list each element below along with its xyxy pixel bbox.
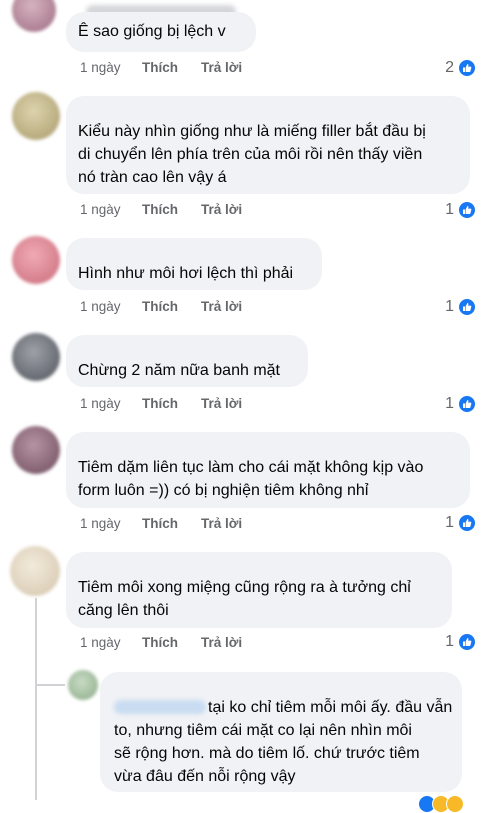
reaction-icons-partial[interactable] [418,795,478,813]
comment-bubble: Tiêm môi xong miệng cũng rộng ra à tưởng… [66,552,452,628]
reply-action[interactable]: Trả lời [201,60,242,75]
thumbs-up-icon [458,514,476,532]
reaction-number: 2 [445,59,454,76]
like-action[interactable]: Thích [142,202,178,217]
avatar[interactable] [12,236,60,284]
reaction-count[interactable]: 1 [420,298,476,316]
reaction-count[interactable]: 2 [420,59,476,77]
comment-text-line: Tiêm môi xong miệng cũng rộng ra à tưởng… [78,579,411,596]
reaction-number: 1 [445,395,454,412]
reaction-count[interactable]: 1 [420,201,476,219]
comment-time[interactable]: 1 ngày [80,299,121,314]
reply-text-line: tại ko chỉ tiêm mỗi môi ấy. đầu vẫn [208,699,453,716]
avatar[interactable] [10,546,60,596]
reply-action[interactable]: Trả lời [201,299,242,314]
reply-thread-connector [35,684,65,686]
comment-time[interactable]: 1 ngày [80,60,121,75]
reply-thread-line [35,598,37,800]
comment-actions: 1 ngày Thích Trả lời [80,635,410,653]
reaction-number: 1 [445,298,454,315]
comment-time[interactable]: 1 ngày [80,202,121,217]
reaction-count[interactable]: 1 [420,514,476,532]
comment-time[interactable]: 1 ngày [80,396,121,411]
comment-text-line: Hình như môi hơi lệch thì phải [78,265,294,282]
like-action[interactable]: Thích [142,60,178,75]
comment-bubble: Kiểu này nhìn giống như là miếng filler … [66,96,470,194]
like-action[interactable]: Thích [142,635,178,650]
comment-actions: 1 ngày Thích Trả lời [80,202,410,220]
reaction-count[interactable]: 1 [420,395,476,413]
comment-actions: 1 ngày Thích Trả lời [80,299,410,317]
comment-text-line: Ê sao giống bị lệch v [78,23,226,40]
reaction-number: 1 [445,201,454,218]
reaction-count[interactable]: 1 [420,633,476,651]
comment-text-line: form luôn =)) có bị nghiện tiêm không nh… [78,482,369,499]
reaction-number: 1 [445,633,454,650]
comment-bubble: Tiêm dặm liên tục làm cho cái mặt không … [66,432,470,508]
comment-time[interactable]: 1 ngày [80,635,121,650]
comment-bubble: Chừng 2 năm nữa banh mặt [66,335,308,387]
thumbs-up-icon [458,298,476,316]
like-action[interactable]: Thích [142,396,178,411]
reaction-number: 1 [445,514,454,531]
thumbs-up-icon [458,201,476,219]
reply-bubble: tại ko chỉ tiêm mỗi môi ấy. đầu vẫn to, … [100,672,462,792]
avatar[interactable] [12,426,60,474]
comment-actions: 1 ngày Thích Trả lời [80,396,410,414]
comment-time[interactable]: 1 ngày [80,516,121,531]
comment-bubble: Hình như môi hơi lệch thì phải [66,238,322,290]
reply-avatar[interactable] [68,670,98,700]
reply-action[interactable]: Trả lời [201,202,242,217]
love-icon [446,795,464,813]
avatar[interactable] [12,333,60,381]
thumbs-up-icon [458,59,476,77]
like-action[interactable]: Thích [142,516,178,531]
comment-actions: 1 ngày Thích Trả lời [80,516,410,534]
comment-actions: 1 ngày Thích Trả lời [80,60,410,78]
thumbs-up-icon [458,633,476,651]
like-action[interactable]: Thích [142,299,178,314]
mention-tag-blurred[interactable] [114,700,206,714]
reply-action[interactable]: Trả lời [201,516,242,531]
comment-text-line: Tiêm dặm liên tục làm cho cái mặt không … [78,459,424,476]
comment-text-line: Kiểu này nhìn giống như là miếng filler … [78,123,426,140]
comment-text-line: di chuyển lên phía trên của môi rồi nên … [78,146,423,163]
avatar[interactable] [12,92,60,140]
reply-action[interactable]: Trả lời [201,396,242,411]
reply-text-line: sẽ rộng hơn. mà do tiêm lố. chứ trước ti… [114,745,420,762]
comment-text-line: căng lên thôi [78,602,169,619]
comment-text-line: Chừng 2 năm nữa banh mặt [78,362,280,379]
avatar[interactable] [12,0,56,32]
reply-text-line: vừa đâu đến nỗi rộng vậy [114,768,296,785]
reply-text-line: to, nhưng tiêm cái mặt co lại nên nhìn m… [114,722,412,739]
comment-bubble: Ê sao giống bị lệch v [66,12,256,52]
thumbs-up-icon [458,395,476,413]
comment-text-line: nó tràn cao lên vậy á [78,169,227,186]
reply-action[interactable]: Trả lời [201,635,242,650]
